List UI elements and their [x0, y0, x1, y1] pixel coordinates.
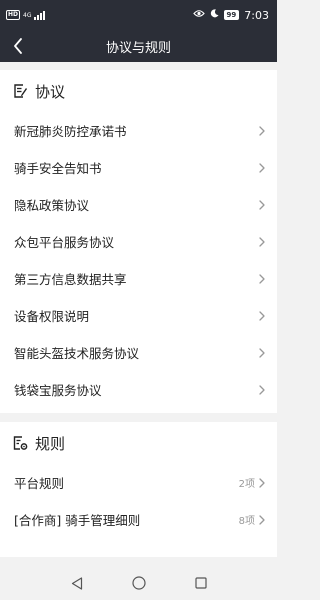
- chevron-right-icon: [259, 477, 267, 488]
- agreement-item-label: 第三方信息数据共享: [14, 272, 127, 287]
- chevron-right-icon: [259, 514, 267, 525]
- agreement-item-label: 新冠肺炎防控承诺书: [14, 124, 127, 139]
- system-navigation-bar: [0, 566, 277, 600]
- network-badge: HD: [6, 10, 21, 20]
- chevron-right-icon: [259, 125, 267, 136]
- agreement-item[interactable]: 第三方信息数据共享: [0, 260, 277, 297]
- back-triangle-icon[interactable]: [69, 575, 85, 591]
- rule-item-label: 平台规则: [14, 476, 65, 491]
- agreement-item-label: 智能头盔技术服务协议: [14, 346, 140, 361]
- battery-indicator: 99: [223, 10, 240, 20]
- agreements-header: 协议: [0, 70, 277, 112]
- agreement-item-label: 设备权限说明: [14, 309, 90, 324]
- rule-item-count: 8项: [238, 516, 255, 527]
- agreement-item-label: 骑手安全告知书: [14, 161, 102, 176]
- status-bar: HD 4G 99 7:03: [0, 0, 277, 30]
- home-circle-icon[interactable]: [131, 575, 147, 591]
- chevron-right-icon: [259, 199, 267, 210]
- chevron-right-icon: [259, 310, 267, 321]
- clock: 7:03: [244, 8, 269, 22]
- rules-header: 规则: [0, 422, 277, 464]
- chevron-right-icon: [259, 347, 267, 358]
- agreement-item-label: 隐私政策协议: [14, 198, 90, 213]
- agreements-title: 协议: [35, 82, 66, 101]
- rule-item-label: [合作商] 骑手管理细则: [14, 513, 141, 528]
- agreement-item[interactable]: 设备权限说明: [0, 297, 277, 334]
- chevron-right-icon: [259, 162, 267, 173]
- chevron-right-icon: [259, 236, 267, 247]
- agreement-item[interactable]: 智能头盔技术服务协议: [0, 334, 277, 371]
- rule-item[interactable]: 平台规则 2项: [0, 464, 277, 501]
- agreements-section: 协议 新冠肺炎防控承诺书 骑手安全告知书 隐私政策协议众包平台服务协议 第三方信息数据…: [0, 70, 277, 413]
- signal-icon: [34, 10, 46, 20]
- chevron-right-icon: [259, 273, 267, 284]
- rules-title: 规则: [35, 434, 66, 453]
- header-bar: 协议与规则: [0, 30, 277, 62]
- document-settings-icon: [12, 435, 28, 451]
- eye-icon: [192, 9, 205, 21]
- agreement-item[interactable]: 钱袋宝服务协议: [0, 371, 277, 408]
- agreement-item[interactable]: 骑手安全告知书: [0, 149, 277, 186]
- agreement-item-label: 钱袋宝服务协议: [14, 383, 102, 398]
- rules-section: 规则 平台规则 2项 [合作商] 骑手管理细则 8项: [0, 422, 277, 557]
- network-type: 4G: [23, 11, 32, 19]
- rule-item[interactable]: [合作商] 骑手管理细则 8项: [0, 501, 277, 538]
- recents-square-icon[interactable]: [193, 575, 209, 591]
- agreement-item[interactable]: 新冠肺炎防控承诺书: [0, 112, 277, 149]
- agreement-item[interactable]: 隐私政策协议: [0, 186, 277, 223]
- back-arrow-icon[interactable]: [6, 34, 30, 58]
- rule-item-count: 2项: [238, 479, 255, 490]
- chevron-right-icon: [259, 384, 267, 395]
- agreement-item-label: 众包平台服务协议: [14, 235, 115, 250]
- page-title: 协议与规则: [105, 40, 171, 56]
- document-edit-icon: [12, 83, 28, 99]
- agreement-item[interactable]: 众包平台服务协议: [0, 223, 277, 260]
- moon-icon: [210, 9, 219, 21]
